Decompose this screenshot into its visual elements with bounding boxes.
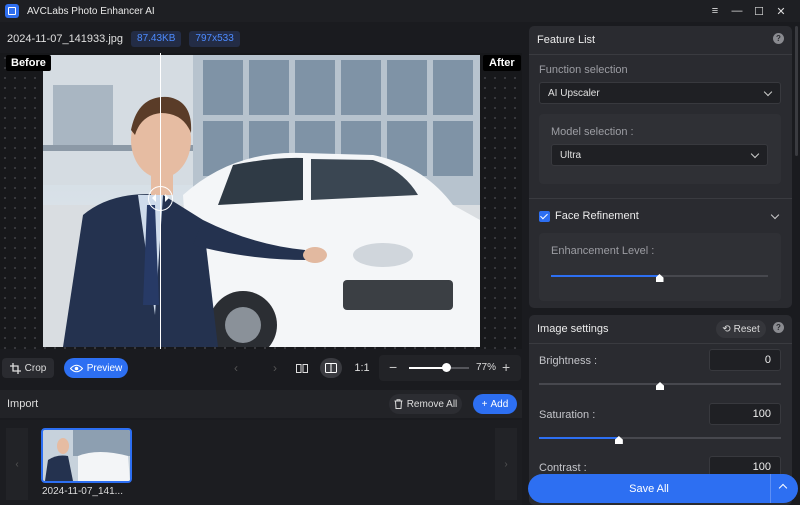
photo-preview <box>43 55 480 347</box>
divider <box>529 198 792 199</box>
function-selection-label: Function selection <box>539 64 628 76</box>
import-label: Import <box>7 398 39 410</box>
face-refinement-checkbox[interactable] <box>539 211 550 222</box>
save-all-label: Save All <box>629 482 669 495</box>
chevron-up-icon[interactable] <box>771 474 797 503</box>
file-info-bar: 2024-11-07_141933.jpg 87.43KB 797x533 <box>0 28 522 50</box>
add-button[interactable]: + Add <box>473 394 517 414</box>
collapse-chevron-icon[interactable] <box>770 210 780 220</box>
image-viewer[interactable] <box>0 53 522 349</box>
enhancement-level-label: Enhancement Level : <box>551 245 655 257</box>
after-label: After <box>483 55 521 71</box>
saturation-input[interactable]: 100 <box>709 403 781 425</box>
remove-all-label: Remove All <box>406 398 458 410</box>
function-select[interactable]: AI Upscaler <box>539 82 781 104</box>
saturation-fill <box>539 437 619 439</box>
preview-button[interactable]: Preview <box>64 358 128 378</box>
file-name: 2024-11-07_141933.jpg <box>7 33 124 45</box>
preview-label: Preview <box>86 362 123 374</box>
split-view-icon[interactable] <box>320 358 342 378</box>
zoom-control: − 77% + <box>379 355 521 381</box>
reset-button[interactable]: ⟲ Reset <box>716 320 766 338</box>
thumbnails-left-arrow-icon[interactable]: ‹ <box>6 428 28 500</box>
maximize-icon[interactable]: ☐ <box>748 0 770 22</box>
reset-icon: ⟲ <box>722 323 731 335</box>
zoom-slider-thumb[interactable] <box>441 363 451 372</box>
chevron-down-icon <box>750 149 760 159</box>
thumbnail-image <box>43 430 130 481</box>
add-label: Add <box>490 398 509 410</box>
divider <box>529 54 792 55</box>
app-logo-icon <box>5 4 19 18</box>
divider <box>529 343 792 344</box>
zoom-out-icon[interactable]: − <box>389 359 397 375</box>
eye-icon <box>69 364 83 372</box>
app-title: AVCLabs Photo Enhancer AI <box>27 5 155 17</box>
brightness-fill <box>539 383 660 385</box>
window-controls: ≡ — ☐ ✕ <box>704 0 792 22</box>
crop-label: Crop <box>24 362 47 374</box>
feature-list-panel: Feature List ? Function selection AI Ups… <box>529 26 792 308</box>
menu-icon[interactable]: ≡ <box>704 0 726 22</box>
side-by-side-view-icon[interactable] <box>292 358 312 378</box>
zoom-in-icon[interactable]: + <box>502 359 510 375</box>
model-selection-label: Model selection : <box>551 126 634 138</box>
crop-icon <box>9 362 21 374</box>
help-icon[interactable]: ? <box>773 322 784 333</box>
trash-icon <box>394 399 403 409</box>
reset-label: Reset <box>733 323 760 335</box>
minimize-icon[interactable]: — <box>726 0 748 22</box>
saturation-label: Saturation : <box>539 409 596 421</box>
zoom-slider[interactable] <box>409 363 469 372</box>
saturation-slider[interactable] <box>539 436 781 444</box>
thumbnail-strip: ‹ 2024-11-07_141... › <box>0 420 522 505</box>
chevron-down-icon <box>763 87 773 97</box>
zoom-value: 77% <box>476 362 497 373</box>
face-refinement-label: Face Refinement <box>555 210 639 222</box>
model-selection-card: Model selection : Ultra <box>539 114 781 184</box>
close-icon[interactable]: ✕ <box>770 0 792 22</box>
enhancement-level-fill <box>551 275 660 277</box>
thumbnails-right-arrow-icon[interactable]: › <box>495 428 517 500</box>
model-select[interactable]: Ultra <box>551 144 768 166</box>
crop-button[interactable]: Crop <box>2 358 54 378</box>
remove-all-button[interactable]: Remove All <box>389 394 462 414</box>
enhancement-level-slider[interactable] <box>551 274 768 282</box>
before-label: Before <box>6 55 51 71</box>
zoom-slider-fill <box>409 367 446 369</box>
thumbnail-item[interactable] <box>41 428 132 483</box>
actual-size-button[interactable]: 1:1 <box>352 358 372 378</box>
import-bar: Import Remove All + Add <box>0 390 522 418</box>
compare-handle-icon[interactable] <box>148 186 173 211</box>
plus-icon: + <box>481 398 488 410</box>
view-toolbar: Crop Preview ‹ › 1:1 − 77% + <box>0 355 522 381</box>
thumbnail-name: 2024-11-07_141... <box>42 486 123 497</box>
enhancement-level-card: Enhancement Level : <box>539 233 781 301</box>
feature-panel-scrollbar[interactable] <box>795 26 798 156</box>
model-select-value: Ultra <box>560 149 582 161</box>
brightness-label: Brightness : <box>539 355 598 367</box>
resolution-badge: 797x533 <box>189 31 240 47</box>
contrast-label: Contrast : <box>539 462 587 474</box>
feature-list-title: Feature List <box>537 34 596 46</box>
photo-illustration <box>43 55 480 347</box>
brightness-input[interactable]: 0 <box>709 349 781 371</box>
next-image-icon[interactable]: › <box>265 358 285 378</box>
brightness-slider[interactable] <box>539 382 781 390</box>
title-bar: AVCLabs Photo Enhancer AI ≡ — ☐ ✕ <box>0 0 800 22</box>
image-settings-title: Image settings <box>537 323 609 335</box>
help-icon[interactable]: ? <box>773 33 784 44</box>
previous-image-icon[interactable]: ‹ <box>226 358 246 378</box>
file-size-badge: 87.43KB <box>131 31 182 47</box>
feature-list-header: Feature List <box>529 26 792 54</box>
save-all-button[interactable]: Save All <box>528 474 798 503</box>
function-select-value: AI Upscaler <box>548 87 600 99</box>
